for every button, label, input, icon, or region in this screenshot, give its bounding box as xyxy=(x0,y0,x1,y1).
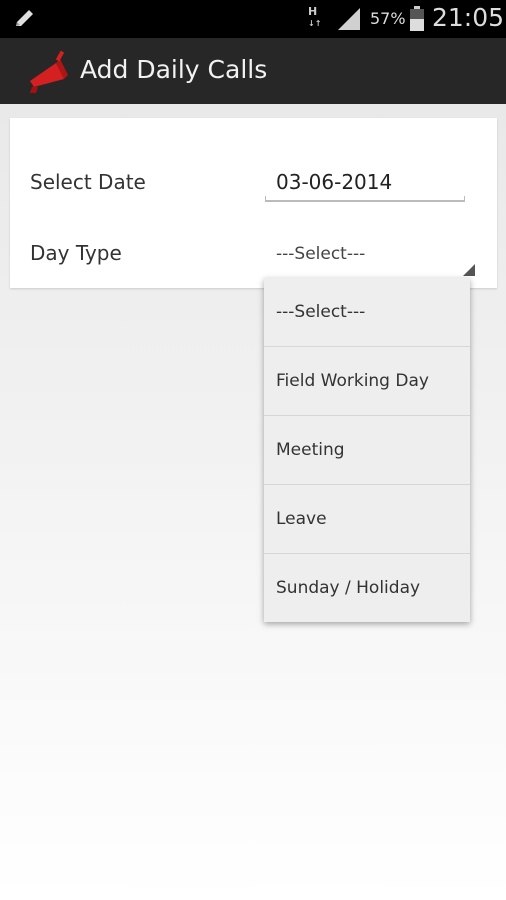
signal-icon xyxy=(338,8,360,30)
dropdown-option-leave[interactable]: Leave xyxy=(264,485,470,554)
status-bar: H ↓↑ 57% 21:05 xyxy=(0,0,506,38)
megaphone-icon[interactable] xyxy=(26,47,74,95)
network-h-icon: H ↓↑ xyxy=(308,5,322,28)
dropdown-option-select[interactable]: ---Select--- xyxy=(264,278,470,347)
spinner-arrow-icon xyxy=(463,264,475,276)
dropdown-option-meeting[interactable]: Meeting xyxy=(264,416,470,485)
dropdown-option-field-working-day[interactable]: Field Working Day xyxy=(264,347,470,416)
date-input-underline xyxy=(265,196,465,202)
page-title: Add Daily Calls xyxy=(80,55,268,84)
date-value: 03-06-2014 xyxy=(276,170,393,194)
day-type-spinner[interactable]: ---Select--- xyxy=(265,236,475,276)
action-bar: Add Daily Calls xyxy=(0,38,506,104)
battery-percentage: 57% xyxy=(370,9,406,28)
edit-notification-icon xyxy=(16,10,33,26)
date-input[interactable]: 03-06-2014 xyxy=(265,166,465,202)
day-type-dropdown: ---Select--- Field Working Day Meeting L… xyxy=(264,278,470,622)
select-date-label: Select Date xyxy=(30,170,146,194)
day-type-label: Day Type xyxy=(30,241,122,265)
battery-icon xyxy=(410,6,424,31)
status-clock: 21:05 xyxy=(432,3,505,32)
dropdown-option-sunday-holiday[interactable]: Sunday / Holiday xyxy=(264,554,470,623)
day-type-selected-value: ---Select--- xyxy=(276,244,366,264)
form-card: Select Date 03-06-2014 Day Type ---Selec… xyxy=(10,118,497,288)
